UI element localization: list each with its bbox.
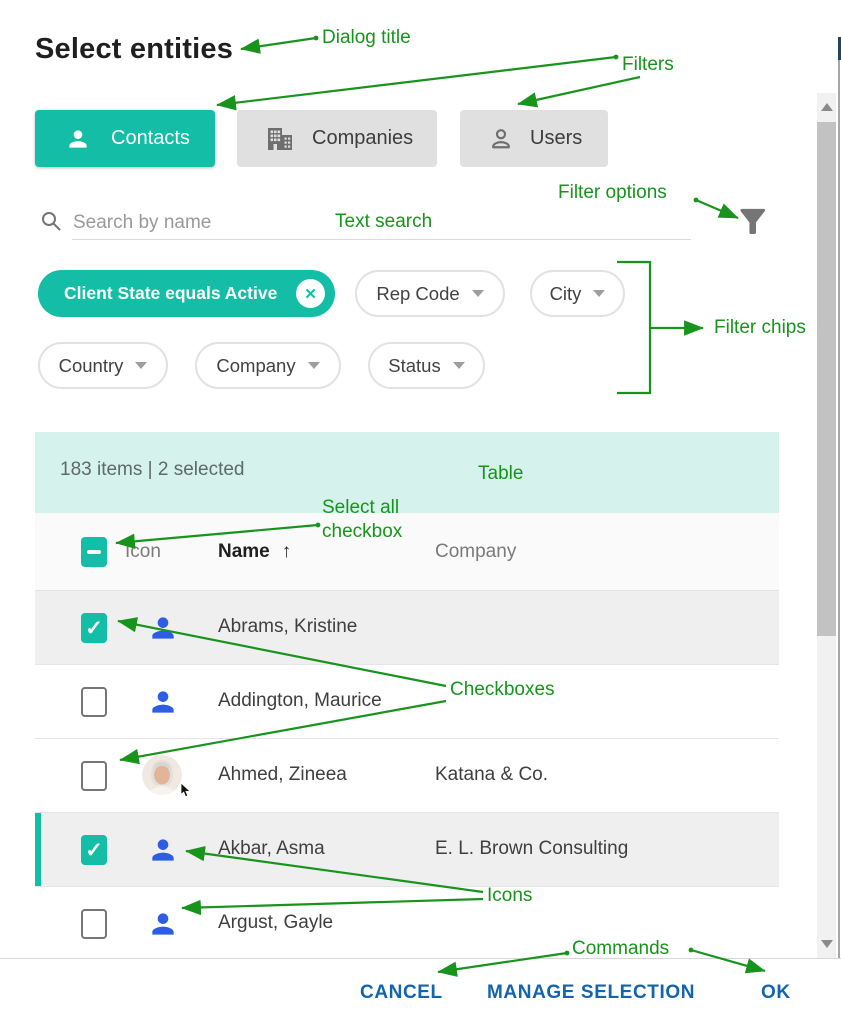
row-company: Katana & Co.	[435, 764, 548, 786]
tab-companies[interactable]: Companies	[237, 110, 437, 167]
annotation-filter-chips: Filter chips	[714, 316, 806, 340]
footer-divider	[0, 958, 841, 959]
chevron-down-icon	[135, 362, 147, 369]
contact-person-icon	[147, 908, 179, 940]
arrow-filters-users	[518, 77, 640, 104]
column-header-company: Company	[435, 541, 516, 563]
contact-person-icon	[147, 686, 179, 718]
select-all-checkbox[interactable]	[81, 537, 107, 567]
funnel-icon	[736, 204, 770, 242]
tab-label: Companies	[312, 127, 413, 150]
tab-label: Users	[530, 127, 582, 150]
cancel-button[interactable]: CANCEL	[360, 982, 443, 1004]
annotation-text-search: Text search	[335, 210, 432, 234]
row-checkbox[interactable]	[81, 613, 107, 643]
row-checkbox[interactable]	[81, 761, 107, 791]
select-entities-dialog: Select entities Contacts Companies	[0, 0, 841, 1031]
scroll-up-icon	[821, 103, 833, 111]
filter-chip-country[interactable]: Country	[38, 342, 168, 389]
filter-chip-city[interactable]: City	[530, 270, 625, 317]
scroll-up-button[interactable]	[817, 93, 836, 121]
row-company: E. L. Brown Consulting	[435, 838, 628, 860]
chevron-down-icon	[472, 290, 484, 297]
chip-label: City	[550, 283, 582, 305]
window-edge	[838, 60, 840, 958]
mouse-cursor	[180, 783, 192, 798]
selection-summary: 183 items | 2 selected	[60, 459, 244, 481]
table-row[interactable]: Akbar, Asma E. L. Brown Consulting	[35, 813, 779, 887]
annotation-dialog-title: Dialog title	[322, 26, 411, 50]
row-name: Addington, Maurice	[218, 690, 382, 712]
page-title: Select entities	[35, 33, 233, 66]
column-header-name[interactable]: Name↑	[218, 541, 291, 563]
annotation-select-all-checkbox: Select all checkbox	[322, 496, 426, 544]
filter-chip-status[interactable]: Status	[368, 342, 485, 389]
manage-selection-button[interactable]: MANAGE SELECTION	[487, 982, 695, 1004]
remove-filter-button[interactable]	[296, 279, 325, 308]
annotation-icons: Icons	[487, 884, 532, 908]
column-header-icon: Icon	[125, 541, 161, 563]
row-checkbox[interactable]	[81, 909, 107, 939]
row-name: Abrams, Kristine	[218, 616, 357, 638]
chevron-down-icon	[453, 362, 465, 369]
annotation-filter-options: Filter options	[558, 181, 667, 205]
chip-label: Status	[388, 355, 440, 377]
row-name: Akbar, Asma	[218, 838, 325, 860]
row-name: Ahmed, Zineea	[218, 764, 347, 786]
row-checkbox[interactable]	[81, 835, 107, 865]
row-checkbox[interactable]	[81, 687, 107, 717]
arrow-filters-contacts	[217, 57, 616, 105]
applied-filter-label: Client State equals Active	[64, 283, 277, 304]
arrow-dialog-title	[241, 38, 316, 49]
chip-label: Company	[216, 355, 295, 377]
building-icon	[267, 127, 294, 151]
table-row[interactable]: Addington, Maurice	[35, 665, 779, 739]
contact-person-icon	[147, 834, 179, 866]
chevron-down-icon	[593, 290, 605, 297]
table-row[interactable]: Abrams, Kristine	[35, 591, 779, 665]
tab-contacts[interactable]: Contacts	[35, 110, 215, 167]
filter-chip-company[interactable]: Company	[195, 342, 341, 389]
annotation-checkboxes: Checkboxes	[450, 678, 555, 702]
applied-filter-chip[interactable]: Client State equals Active	[38, 270, 335, 317]
search-underline	[72, 239, 691, 240]
scroll-down-button[interactable]	[817, 930, 836, 958]
chip-label: Country	[59, 355, 124, 377]
sort-ascending-icon: ↑	[282, 541, 292, 562]
avatar	[142, 755, 182, 795]
annotation-table: Table	[478, 462, 523, 486]
filter-chip-rep-code[interactable]: Rep Code	[355, 270, 505, 317]
scroll-down-icon	[821, 940, 833, 948]
contact-person-icon	[147, 612, 179, 644]
person-filled-icon	[65, 126, 91, 152]
person-outline-icon	[488, 126, 514, 152]
table-row[interactable]: Ahmed, Zineea Katana & Co.	[35, 739, 779, 813]
chip-label: Rep Code	[376, 283, 459, 305]
search-icon	[40, 210, 63, 233]
ok-button[interactable]: OK	[761, 982, 791, 1004]
row-name: Argust, Gayle	[218, 912, 333, 934]
tab-users[interactable]: Users	[460, 110, 608, 167]
annotation-filters: Filters	[622, 53, 674, 77]
filter-options-button[interactable]	[731, 200, 775, 248]
tab-label: Contacts	[111, 127, 190, 150]
scrollbar-thumb[interactable]	[817, 122, 836, 636]
search-input[interactable]	[71, 207, 335, 239]
selected-row-indicator	[35, 813, 41, 886]
annotation-commands: Commands	[572, 937, 669, 961]
chevron-down-icon	[308, 362, 320, 369]
